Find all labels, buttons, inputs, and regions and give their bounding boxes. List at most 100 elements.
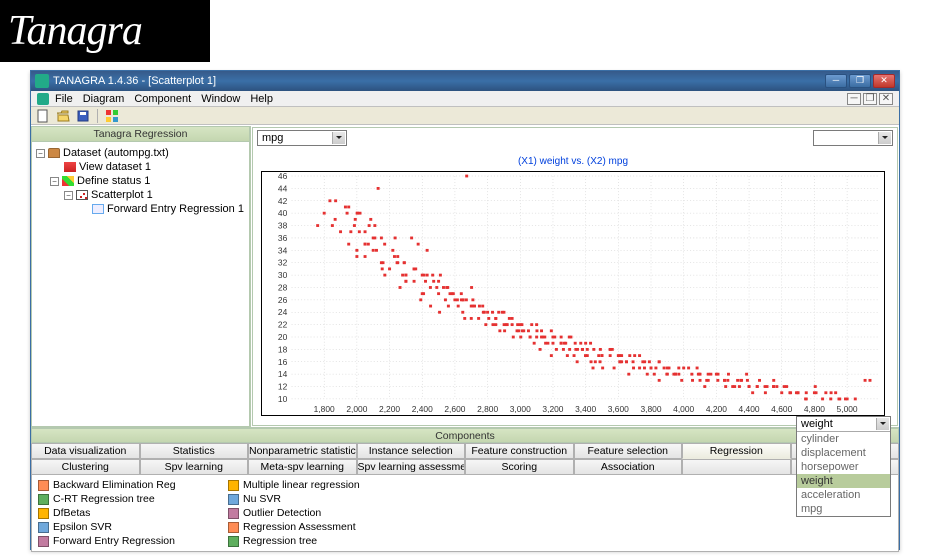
svg-text:14: 14 [278, 370, 288, 379]
menu-component[interactable]: Component [134, 93, 191, 105]
component-tab[interactable]: Regression [682, 443, 791, 459]
x-axis-select[interactable] [813, 130, 893, 146]
save-icon[interactable] [75, 108, 91, 124]
dropdown-option[interactable]: displacement [797, 446, 890, 460]
component-tab[interactable]: Clustering [31, 459, 140, 475]
dropdown-option[interactable]: weight [797, 474, 890, 488]
menu-file[interactable]: File [55, 93, 73, 105]
svg-text:20: 20 [278, 333, 288, 342]
component-label: Regression tree [243, 535, 317, 547]
svg-text:3,600: 3,600 [608, 405, 630, 414]
logo: Tanagra [0, 0, 210, 62]
toolbar [31, 107, 899, 125]
component-tab[interactable]: Spv learning [140, 459, 249, 475]
y-axis-select[interactable]: mpg [257, 130, 347, 146]
svg-text:26: 26 [278, 296, 288, 305]
scatter-icon [76, 190, 88, 200]
tree-node[interactable]: Forward Entry Regression 1 [36, 202, 245, 216]
component-tab[interactable]: Nonparametric statistics [248, 443, 357, 459]
svg-text:30: 30 [278, 271, 288, 280]
svg-text:42: 42 [278, 197, 288, 206]
menu-diagram[interactable]: Diagram [83, 93, 125, 105]
svg-text:3,400: 3,400 [575, 405, 597, 414]
svg-text:2,600: 2,600 [444, 405, 466, 414]
component-item[interactable]: Epsilon SVR [38, 520, 218, 534]
component-icon [228, 508, 239, 519]
svg-text:4,600: 4,600 [771, 405, 793, 414]
component-tab[interactable]: Data visualization [31, 443, 140, 459]
menu-help[interactable]: Help [250, 93, 273, 105]
svg-text:44: 44 [278, 185, 288, 194]
dropdown-option[interactable]: horsepower [797, 460, 890, 474]
sidebar-title: Tanagra Regression [31, 126, 250, 142]
component-tab[interactable]: Feature selection [574, 443, 683, 459]
component-tab[interactable]: Spv learning assessment [357, 459, 466, 475]
minimize-button[interactable]: ─ [825, 74, 847, 88]
svg-text:2,200: 2,200 [379, 405, 401, 414]
open-icon[interactable] [55, 108, 71, 124]
tree-node[interactable]: View dataset 1 [36, 160, 245, 174]
svg-text:4,800: 4,800 [804, 405, 826, 414]
component-label: Nu SVR [243, 493, 281, 505]
component-item[interactable]: C-RT Regression tree [38, 492, 218, 506]
svg-text:16: 16 [278, 358, 288, 367]
db-icon [48, 148, 60, 158]
dropdown-option[interactable]: mpg [797, 502, 890, 516]
tree-toggle-icon[interactable]: − [64, 191, 73, 200]
chart-title: (X1) weight vs. (X2) mpg [261, 154, 885, 171]
component-item[interactable]: Backward Elimination Reg [38, 478, 218, 492]
x-axis-dropdown-list[interactable]: weight cylinderdisplacementhorsepowerwei… [796, 416, 891, 517]
titlebar: TANAGRA 1.4.36 - [Scatterplot 1] ─ ❐ ✕ [31, 71, 899, 91]
component-label: C-RT Regression tree [53, 493, 155, 505]
svg-text:3,800: 3,800 [640, 405, 662, 414]
tree-node[interactable]: −Define status 1 [36, 174, 245, 188]
component-tab[interactable]: Meta-spv learning [248, 459, 357, 475]
svg-text:1,800: 1,800 [314, 405, 336, 414]
reg-icon [92, 204, 104, 214]
svg-text:4,000: 4,000 [673, 405, 695, 414]
define-status-icon[interactable] [104, 108, 120, 124]
tree-toggle-icon[interactable]: − [36, 149, 45, 158]
component-label: Forward Entry Regression [53, 535, 175, 547]
component-tab[interactable]: Instance selection [357, 443, 466, 459]
component-item[interactable]: DfBetas [38, 506, 218, 520]
component-item[interactable]: Outlier Detection [228, 506, 428, 520]
component-tab [682, 459, 791, 475]
plot-panel: mpg (X1) weight vs. (X2) mpg 1,8002,0002… [252, 127, 898, 426]
tree-node[interactable]: −Scatterplot 1 [36, 188, 245, 202]
component-tab[interactable]: Association [574, 459, 683, 475]
component-icon [228, 480, 239, 491]
component-tab[interactable]: Statistics [140, 443, 249, 459]
mdi-close-button[interactable]: ✕ [879, 93, 893, 105]
svg-text:4,200: 4,200 [706, 405, 728, 414]
components-title: Components [31, 428, 899, 443]
mdi-minimize-button[interactable]: ─ [847, 93, 861, 105]
app-window: TANAGRA 1.4.36 - [Scatterplot 1] ─ ❐ ✕ F… [30, 70, 900, 550]
dropdown-option[interactable]: acceleration [797, 488, 890, 502]
component-item[interactable]: Nu SVR [228, 492, 428, 506]
maximize-button[interactable]: ❐ [849, 74, 871, 88]
component-tab[interactable]: Feature construction [465, 443, 574, 459]
dropdown-option[interactable]: cylinder [797, 432, 890, 446]
close-button[interactable]: ✕ [873, 74, 895, 88]
component-item[interactable]: Regression Assessment [228, 520, 428, 534]
tree-toggle-icon[interactable]: − [50, 177, 59, 186]
component-tab[interactable]: Scoring [465, 459, 574, 475]
component-item[interactable]: Multiple linear regression [228, 478, 428, 492]
component-label: Multiple linear regression [243, 479, 360, 491]
component-icon [228, 522, 239, 533]
mdi-restore-button[interactable]: ❐ [863, 93, 877, 105]
new-icon[interactable] [35, 108, 51, 124]
svg-text:36: 36 [278, 234, 288, 243]
window-title: TANAGRA 1.4.36 - [Scatterplot 1] [53, 75, 216, 87]
app-icon [35, 74, 49, 88]
svg-text:12: 12 [278, 383, 288, 392]
svg-text:5,000: 5,000 [837, 405, 859, 414]
menubar: File Diagram Component Window Help ─ ❐ ✕ [31, 91, 899, 107]
component-item[interactable]: Regression tree [228, 534, 428, 548]
tree-node[interactable]: −Dataset (autompg.txt) [36, 146, 245, 160]
chart-area[interactable]: 1,8002,0002,2002,4002,6002,8003,0003,200… [261, 171, 885, 416]
svg-text:2,800: 2,800 [477, 405, 499, 414]
menu-window[interactable]: Window [201, 93, 240, 105]
component-item[interactable]: Forward Entry Regression [38, 534, 218, 548]
